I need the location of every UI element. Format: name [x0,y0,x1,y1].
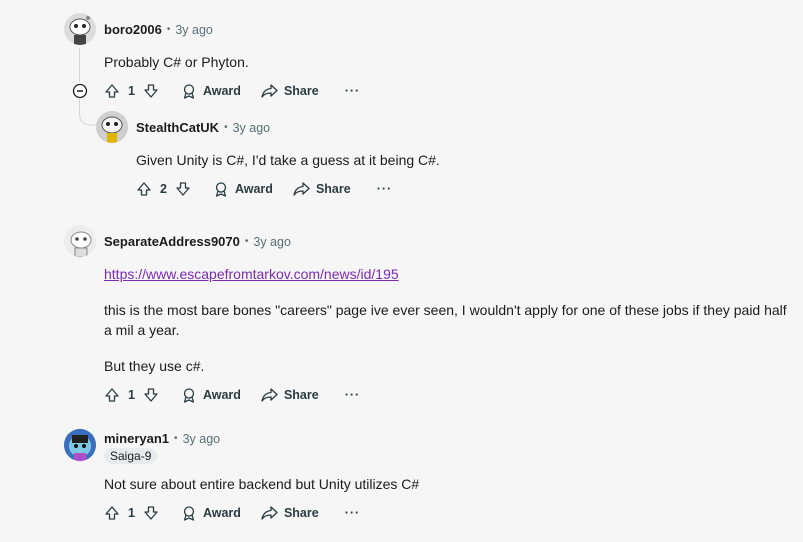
award-button[interactable]: Award [181,387,241,403]
timestamp[interactable]: 3y ago [253,235,291,249]
timestamp[interactable]: 3y ago [233,121,271,135]
award-label: Award [234,182,273,196]
comment-meta: boro2006 • 3y ago [104,22,213,37]
award-icon [183,388,195,403]
user-flair: Saiga-9 [104,448,158,464]
downvote-icon [144,388,158,402]
award-label: Award [202,84,241,98]
upvote-button[interactable] [104,83,120,99]
vote-count: 1 [128,388,135,402]
award-button[interactable]: Award [213,181,273,197]
comment-meta: SeparateAddress9070 • 3y ago [104,234,291,249]
avatar[interactable] [64,225,96,257]
share-icon [261,506,278,520]
award-label: Award [202,506,241,520]
comment-actions: 1 Award Share ··· [104,383,360,407]
comment-text: Not sure about entire backend but Unity … [104,476,420,492]
comment-meta: mineryan1 • 3y ago [104,431,220,446]
comment-actions: 1 Award Share ··· [104,79,360,103]
upvote-icon [105,388,119,402]
award-icon [183,506,195,521]
separator-dot: • [166,24,171,35]
comment-actions: 2 Award Share ··· [136,177,392,201]
more-options-button[interactable]: ··· [377,182,393,196]
downvote-button[interactable] [143,505,159,521]
upvote-icon [105,506,119,520]
share-button[interactable]: Share [261,387,319,403]
award-label: Award [202,388,241,402]
award-button[interactable]: Award [181,505,241,521]
username[interactable]: SeparateAddress9070 [104,234,240,249]
comment-actions: 1 Award Share ··· [104,501,360,525]
timestamp[interactable]: 3y ago [183,432,221,446]
vote-count: 2 [160,182,167,196]
upvote-button[interactable] [104,387,120,403]
thread-line [79,48,80,82]
comment-link[interactable]: https://www.escapefromtarkov.com/news/id… [104,264,399,284]
more-options-button[interactable]: ··· [345,388,361,402]
upvote-button[interactable] [136,181,152,197]
award-icon [215,182,227,197]
share-icon [261,84,278,98]
share-button[interactable]: Share [261,505,319,521]
share-icon [293,182,310,196]
username[interactable]: mineryan1 [104,431,169,446]
downvote-button[interactable] [175,181,191,197]
separator-dot: • [244,236,249,247]
comment-text-2: But they use c#. [104,358,205,374]
comment-text: Given Unity is C#, I'd take a guess at i… [136,152,440,168]
share-icon [261,388,278,402]
share-label: Share [283,388,319,402]
upvote-icon [105,84,119,98]
more-options-button[interactable]: ··· [345,84,361,98]
separator-dot: • [174,433,178,444]
downvote-icon [144,84,158,98]
downvote-button[interactable] [143,387,159,403]
avatar[interactable] [64,13,96,45]
comment-text: this is the most bare bones "careers" pa… [104,302,787,338]
award-icon [183,84,195,99]
vote-count: 1 [128,84,135,98]
share-label: Share [283,506,319,520]
upvote-button[interactable] [104,505,120,521]
comment-meta: StealthCatUK • 3y ago [136,120,270,135]
external-link[interactable]: https://www.escapefromtarkov.com/news/id… [104,266,399,282]
share-label: Share [315,182,351,196]
comment-text: Probably C# or Phyton. [104,54,249,70]
downvote-icon [144,506,158,520]
username[interactable]: StealthCatUK [136,120,219,135]
downvote-icon [176,182,190,196]
share-button[interactable]: Share [261,83,319,99]
vote-count: 1 [128,506,135,520]
more-options-button[interactable]: ··· [345,506,361,520]
award-button[interactable]: Award [181,83,241,99]
share-button[interactable]: Share [293,181,351,197]
separator-dot: • [224,122,228,133]
share-label: Share [283,84,319,98]
timestamp[interactable]: 3y ago [175,23,213,37]
avatar[interactable] [96,111,128,143]
username[interactable]: boro2006 [104,22,162,37]
downvote-button[interactable] [143,83,159,99]
avatar[interactable] [64,429,96,461]
upvote-icon [137,182,151,196]
